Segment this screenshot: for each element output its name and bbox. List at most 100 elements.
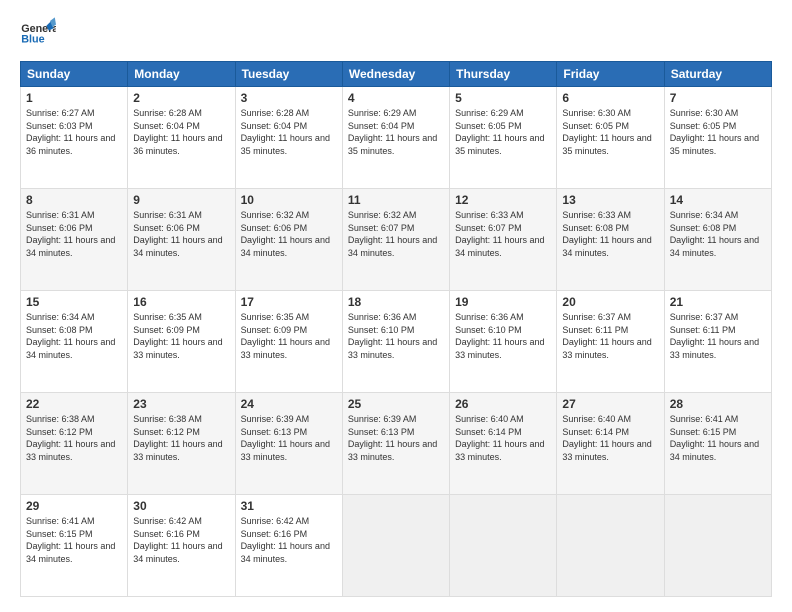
logo-icon: General Blue [20,15,56,51]
day-number: 10 [241,193,337,207]
day-number: 4 [348,91,444,105]
day-number: 14 [670,193,766,207]
calendar-cell: 5 Sunrise: 6:29 AMSunset: 6:05 PMDayligh… [450,87,557,189]
cell-info: Sunrise: 6:34 AMSunset: 6:08 PMDaylight:… [670,210,759,258]
calendar-cell: 2 Sunrise: 6:28 AMSunset: 6:04 PMDayligh… [128,87,235,189]
day-number: 27 [562,397,658,411]
cell-info: Sunrise: 6:38 AMSunset: 6:12 PMDaylight:… [26,414,115,462]
calendar-cell: 22 Sunrise: 6:38 AMSunset: 6:12 PMDaylig… [21,393,128,495]
day-header-sunday: Sunday [21,62,128,87]
day-number: 28 [670,397,766,411]
cell-info: Sunrise: 6:31 AMSunset: 6:06 PMDaylight:… [133,210,222,258]
cell-info: Sunrise: 6:39 AMSunset: 6:13 PMDaylight:… [241,414,330,462]
header: General Blue [20,15,772,51]
calendar-cell [450,495,557,597]
day-number: 1 [26,91,122,105]
day-number: 26 [455,397,551,411]
day-header-monday: Monday [128,62,235,87]
calendar-cell: 29 Sunrise: 6:41 AMSunset: 6:15 PMDaylig… [21,495,128,597]
cell-info: Sunrise: 6:37 AMSunset: 6:11 PMDaylight:… [562,312,651,360]
day-number: 6 [562,91,658,105]
day-number: 30 [133,499,229,513]
calendar-cell: 12 Sunrise: 6:33 AMSunset: 6:07 PMDaylig… [450,189,557,291]
calendar-cell: 16 Sunrise: 6:35 AMSunset: 6:09 PMDaylig… [128,291,235,393]
calendar-cell: 1 Sunrise: 6:27 AMSunset: 6:03 PMDayligh… [21,87,128,189]
day-header-wednesday: Wednesday [342,62,449,87]
day-number: 17 [241,295,337,309]
cell-info: Sunrise: 6:37 AMSunset: 6:11 PMDaylight:… [670,312,759,360]
cell-info: Sunrise: 6:40 AMSunset: 6:14 PMDaylight:… [455,414,544,462]
cell-info: Sunrise: 6:29 AMSunset: 6:05 PMDaylight:… [455,108,544,156]
day-number: 3 [241,91,337,105]
day-header-tuesday: Tuesday [235,62,342,87]
day-number: 19 [455,295,551,309]
cell-info: Sunrise: 6:29 AMSunset: 6:04 PMDaylight:… [348,108,437,156]
cell-info: Sunrise: 6:41 AMSunset: 6:15 PMDaylight:… [26,516,115,564]
cell-info: Sunrise: 6:40 AMSunset: 6:14 PMDaylight:… [562,414,651,462]
calendar-cell: 26 Sunrise: 6:40 AMSunset: 6:14 PMDaylig… [450,393,557,495]
day-number: 24 [241,397,337,411]
calendar-cell [664,495,771,597]
day-number: 29 [26,499,122,513]
calendar-cell: 4 Sunrise: 6:29 AMSunset: 6:04 PMDayligh… [342,87,449,189]
day-number: 18 [348,295,444,309]
calendar-cell: 6 Sunrise: 6:30 AMSunset: 6:05 PMDayligh… [557,87,664,189]
day-number: 5 [455,91,551,105]
page: General Blue SundayMondayTuesdayWednesda… [0,0,792,612]
day-number: 21 [670,295,766,309]
day-number: 7 [670,91,766,105]
day-number: 12 [455,193,551,207]
day-number: 11 [348,193,444,207]
svg-text:Blue: Blue [21,34,44,46]
day-number: 16 [133,295,229,309]
cell-info: Sunrise: 6:42 AMSunset: 6:16 PMDaylight:… [133,516,222,564]
day-number: 13 [562,193,658,207]
calendar-cell: 15 Sunrise: 6:34 AMSunset: 6:08 PMDaylig… [21,291,128,393]
cell-info: Sunrise: 6:35 AMSunset: 6:09 PMDaylight:… [241,312,330,360]
calendar-cell: 14 Sunrise: 6:34 AMSunset: 6:08 PMDaylig… [664,189,771,291]
calendar-cell: 10 Sunrise: 6:32 AMSunset: 6:06 PMDaylig… [235,189,342,291]
cell-info: Sunrise: 6:38 AMSunset: 6:12 PMDaylight:… [133,414,222,462]
cell-info: Sunrise: 6:34 AMSunset: 6:08 PMDaylight:… [26,312,115,360]
cell-info: Sunrise: 6:32 AMSunset: 6:06 PMDaylight:… [241,210,330,258]
calendar-cell: 9 Sunrise: 6:31 AMSunset: 6:06 PMDayligh… [128,189,235,291]
calendar-cell: 28 Sunrise: 6:41 AMSunset: 6:15 PMDaylig… [664,393,771,495]
calendar-cell [557,495,664,597]
calendar-cell: 13 Sunrise: 6:33 AMSunset: 6:08 PMDaylig… [557,189,664,291]
cell-info: Sunrise: 6:28 AMSunset: 6:04 PMDaylight:… [133,108,222,156]
cell-info: Sunrise: 6:42 AMSunset: 6:16 PMDaylight:… [241,516,330,564]
day-number: 9 [133,193,229,207]
calendar-cell: 30 Sunrise: 6:42 AMSunset: 6:16 PMDaylig… [128,495,235,597]
calendar-cell: 8 Sunrise: 6:31 AMSunset: 6:06 PMDayligh… [21,189,128,291]
calendar-cell: 25 Sunrise: 6:39 AMSunset: 6:13 PMDaylig… [342,393,449,495]
cell-info: Sunrise: 6:31 AMSunset: 6:06 PMDaylight:… [26,210,115,258]
day-number: 31 [241,499,337,513]
calendar-cell: 27 Sunrise: 6:40 AMSunset: 6:14 PMDaylig… [557,393,664,495]
cell-info: Sunrise: 6:36 AMSunset: 6:10 PMDaylight:… [455,312,544,360]
calendar-cell: 21 Sunrise: 6:37 AMSunset: 6:11 PMDaylig… [664,291,771,393]
logo: General Blue [20,15,56,51]
day-number: 2 [133,91,229,105]
calendar-cell: 17 Sunrise: 6:35 AMSunset: 6:09 PMDaylig… [235,291,342,393]
day-number: 8 [26,193,122,207]
calendar-cell: 24 Sunrise: 6:39 AMSunset: 6:13 PMDaylig… [235,393,342,495]
calendar-cell: 23 Sunrise: 6:38 AMSunset: 6:12 PMDaylig… [128,393,235,495]
cell-info: Sunrise: 6:28 AMSunset: 6:04 PMDaylight:… [241,108,330,156]
cell-info: Sunrise: 6:39 AMSunset: 6:13 PMDaylight:… [348,414,437,462]
day-number: 22 [26,397,122,411]
cell-info: Sunrise: 6:32 AMSunset: 6:07 PMDaylight:… [348,210,437,258]
cell-info: Sunrise: 6:30 AMSunset: 6:05 PMDaylight:… [670,108,759,156]
calendar-cell: 19 Sunrise: 6:36 AMSunset: 6:10 PMDaylig… [450,291,557,393]
day-header-thursday: Thursday [450,62,557,87]
calendar-cell: 7 Sunrise: 6:30 AMSunset: 6:05 PMDayligh… [664,87,771,189]
cell-info: Sunrise: 6:33 AMSunset: 6:07 PMDaylight:… [455,210,544,258]
calendar-cell: 11 Sunrise: 6:32 AMSunset: 6:07 PMDaylig… [342,189,449,291]
cell-info: Sunrise: 6:35 AMSunset: 6:09 PMDaylight:… [133,312,222,360]
calendar-table: SundayMondayTuesdayWednesdayThursdayFrid… [20,61,772,597]
cell-info: Sunrise: 6:33 AMSunset: 6:08 PMDaylight:… [562,210,651,258]
cell-info: Sunrise: 6:30 AMSunset: 6:05 PMDaylight:… [562,108,651,156]
cell-info: Sunrise: 6:36 AMSunset: 6:10 PMDaylight:… [348,312,437,360]
calendar-cell: 18 Sunrise: 6:36 AMSunset: 6:10 PMDaylig… [342,291,449,393]
calendar-cell: 31 Sunrise: 6:42 AMSunset: 6:16 PMDaylig… [235,495,342,597]
day-number: 23 [133,397,229,411]
